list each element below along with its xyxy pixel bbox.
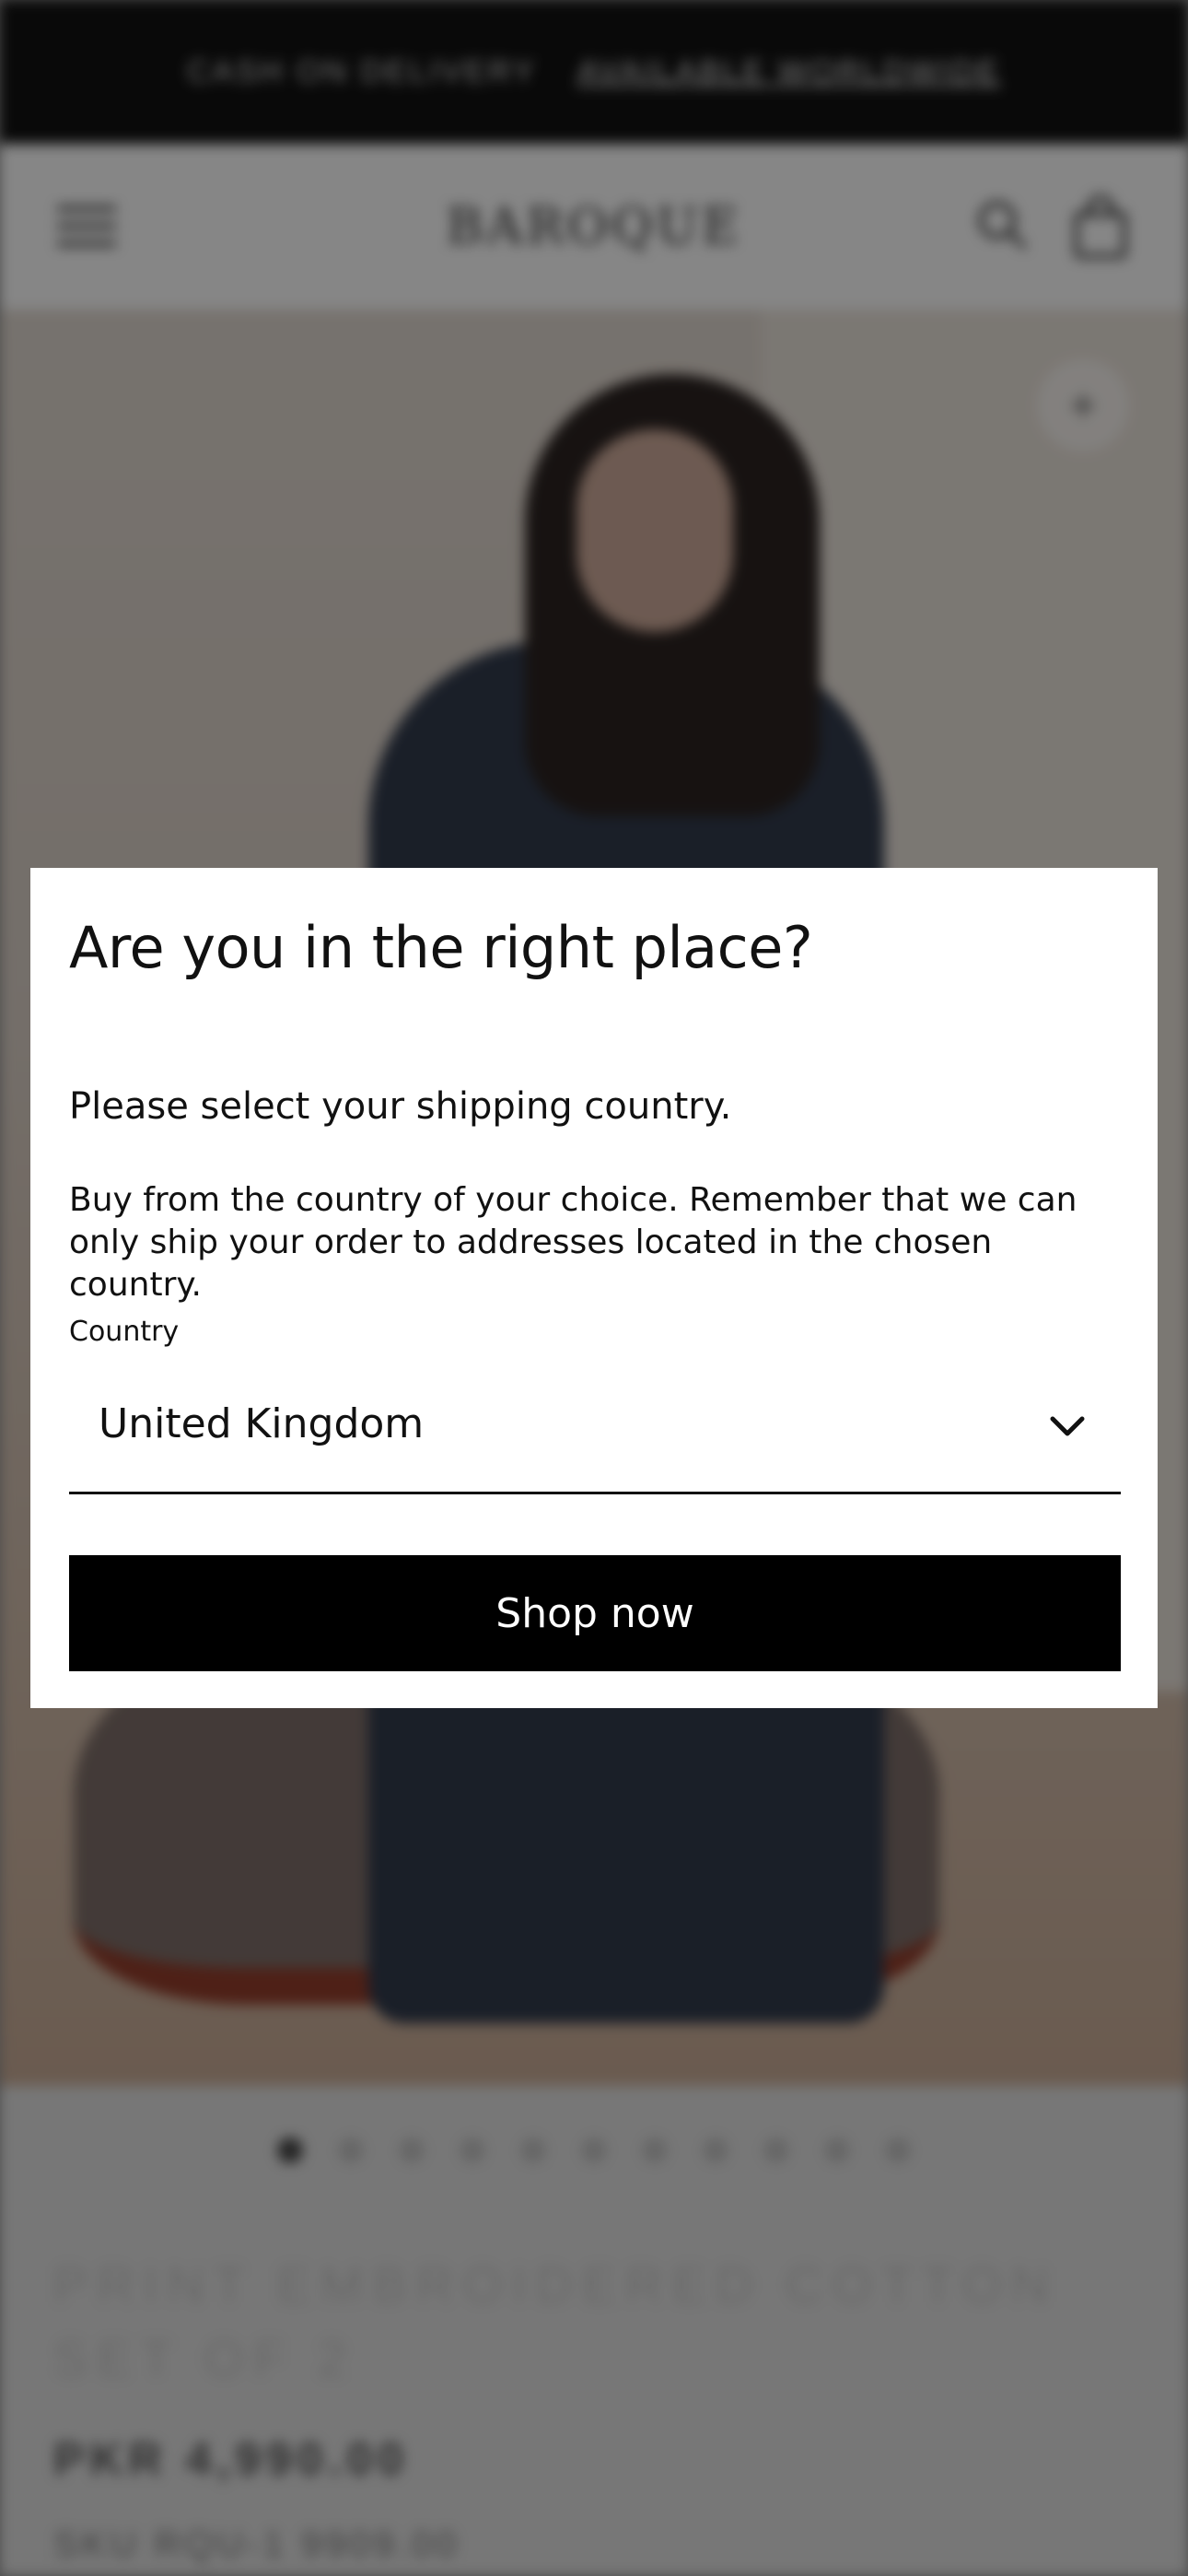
modal-description: Buy from the country of your choice. Rem… bbox=[69, 1181, 1077, 1304]
country-select[interactable]: United Kingdom bbox=[69, 1365, 1121, 1494]
shop-now-button[interactable]: Shop now bbox=[69, 1555, 1121, 1671]
country-select-value: United Kingdom bbox=[99, 1400, 425, 1447]
modal-title: Are you in the right place? bbox=[69, 914, 813, 981]
country-label: Country bbox=[69, 1316, 180, 1348]
modal-subtitle: Please select your shipping country. bbox=[69, 1085, 732, 1128]
country-selector-modal: Are you in the right place? Please selec… bbox=[30, 868, 1158, 1708]
chevron-down-icon bbox=[1050, 1416, 1085, 1436]
